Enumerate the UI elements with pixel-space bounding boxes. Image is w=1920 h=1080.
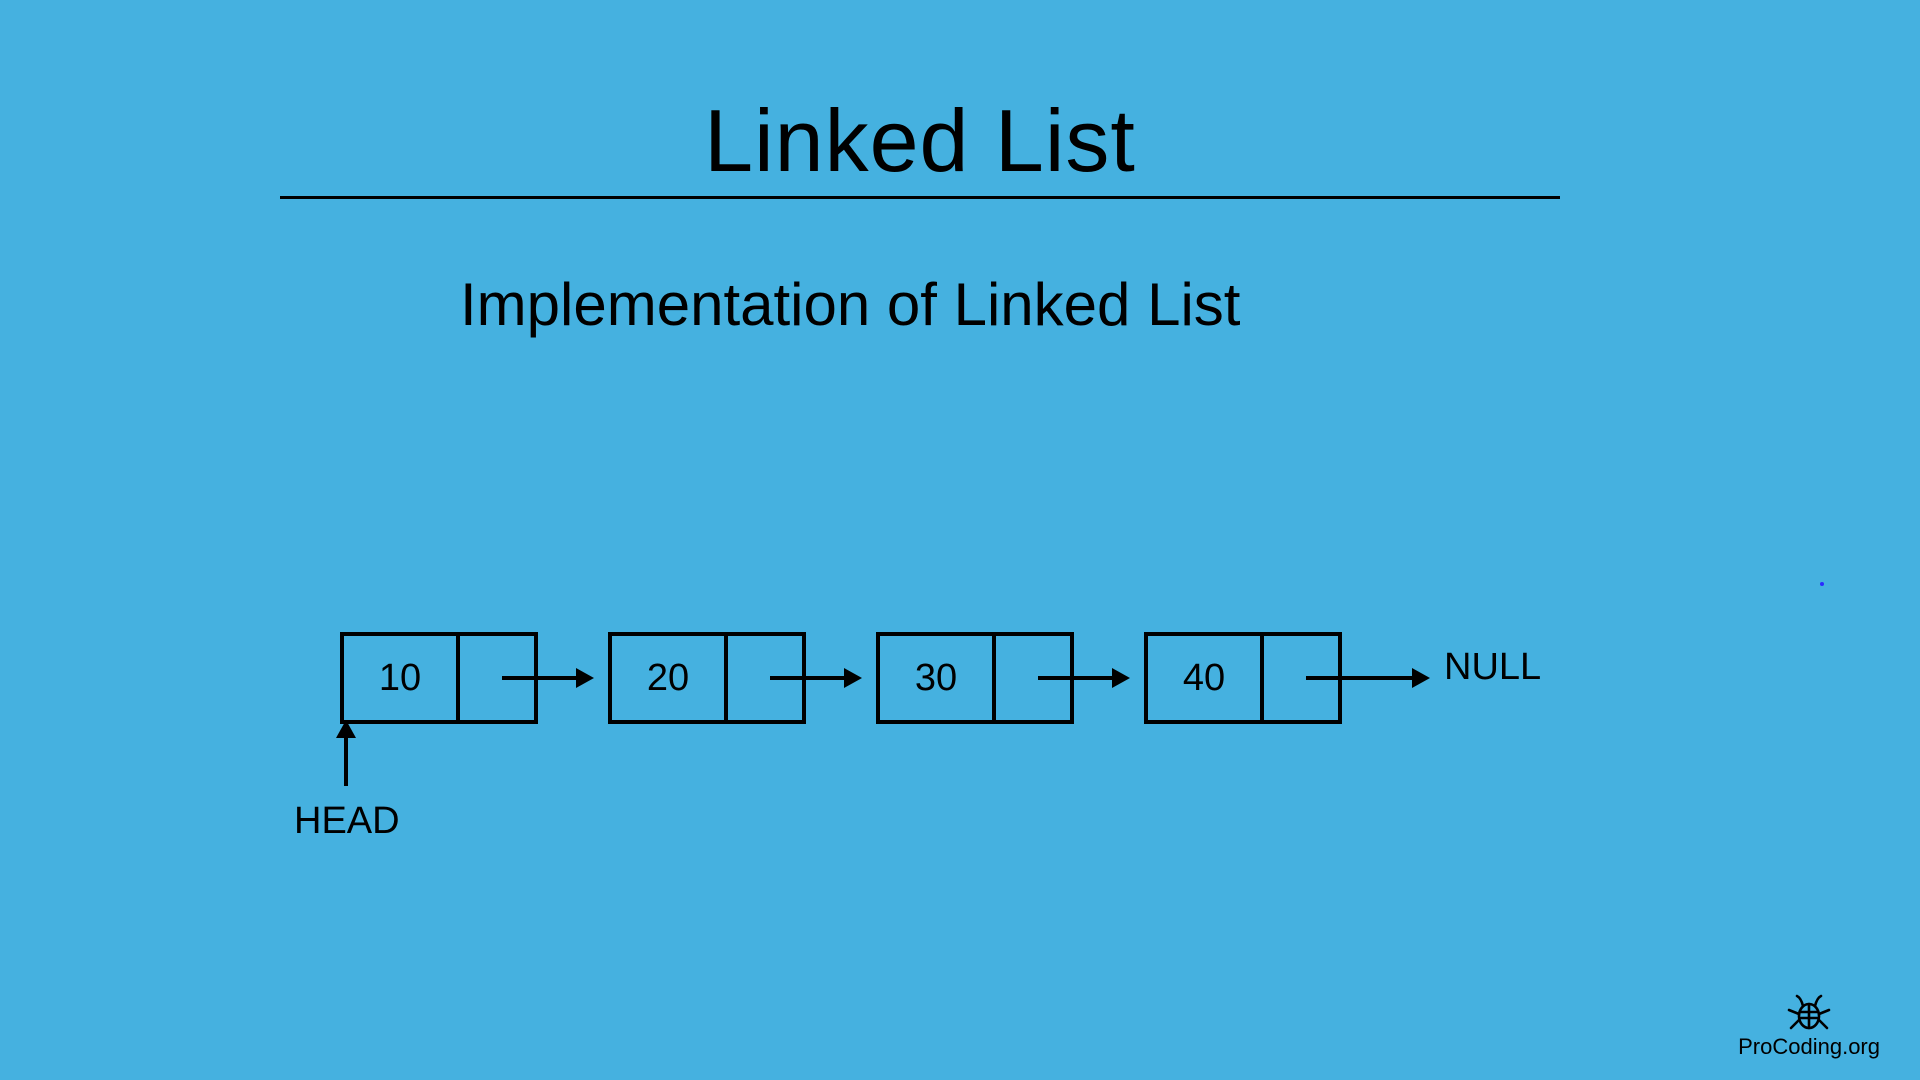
node-value: 10	[344, 636, 460, 720]
arrow-right-icon	[770, 676, 858, 680]
arrow-up-icon	[344, 724, 348, 786]
null-label: NULL	[1444, 646, 1541, 689]
brand-text: ProCoding.org	[1738, 1034, 1880, 1060]
bug-icon	[1787, 994, 1831, 1032]
head-label: HEAD	[294, 800, 400, 843]
title-underline	[280, 196, 1560, 199]
slide-subtitle: Implementation of Linked List	[460, 270, 1240, 339]
node-value: 40	[1148, 636, 1264, 720]
linked-list-diagram: 10 20 30 40 NULL	[340, 630, 1541, 726]
node-value: 20	[612, 636, 728, 720]
footer-brand: ProCoding.org	[1738, 994, 1880, 1060]
arrow-right-icon	[502, 676, 590, 680]
slide: Linked List Implementation of Linked Lis…	[0, 0, 1920, 1080]
decorative-dot	[1820, 582, 1824, 586]
head-pointer	[344, 724, 348, 786]
arrow-right-icon	[1306, 676, 1426, 680]
arrow-right-icon	[1038, 676, 1126, 680]
slide-title: Linked List	[280, 90, 1560, 200]
node-value: 30	[880, 636, 996, 720]
title-block: Linked List	[280, 90, 1560, 199]
